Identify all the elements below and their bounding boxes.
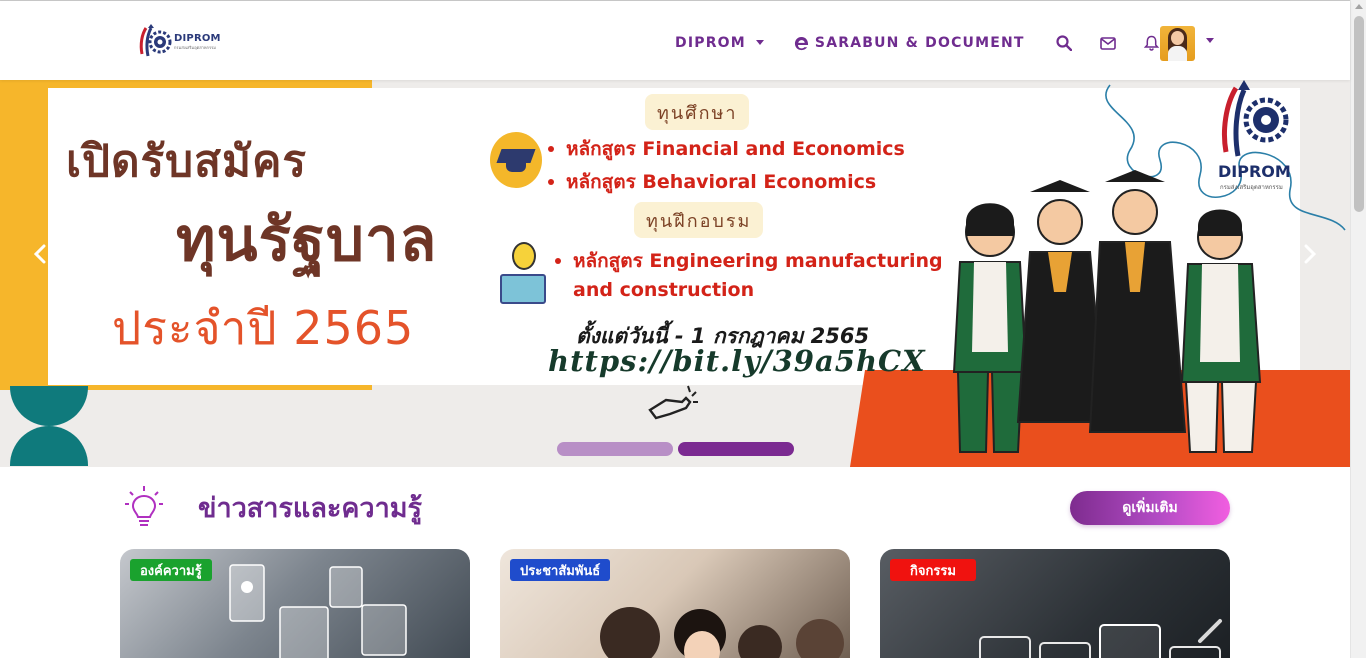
- scholarship-tag: ทุนศึกษา: [645, 94, 750, 130]
- news-card[interactable]: ประชาสัมพันธ์: [500, 549, 850, 658]
- course-label-continued: and construction: [573, 279, 755, 301]
- carousel-indicator-active[interactable]: [678, 442, 794, 456]
- nav-diprom-dropdown[interactable]: DIPROM: [675, 35, 764, 51]
- training-tag: ทุนฝึกอบรม: [634, 202, 764, 238]
- graduates-illustration: [952, 170, 1262, 453]
- news-card[interactable]: กิจกรรม: [880, 549, 1230, 658]
- category-badge: องค์ความรู้: [130, 559, 212, 581]
- hero-teal-shape: [10, 426, 88, 466]
- lightbulb-book-icon: [500, 240, 548, 306]
- logo-text: DIPROM: [174, 33, 221, 44]
- scrollbar[interactable]: [1350, 0, 1366, 658]
- category-badge: กิจกรรม: [890, 559, 976, 581]
- pointing-hand-icon: [648, 385, 698, 420]
- notification-button[interactable]: [1143, 34, 1161, 52]
- course-label: หลักสูตร Financial and Economics: [566, 138, 905, 160]
- page: DIPROM กรมส่งเสริมอุตสาหกรรม DIPROM SARA…: [0, 0, 1366, 658]
- scroll-up-icon[interactable]: [1355, 4, 1363, 9]
- activity-image: [979, 619, 1222, 658]
- course-item: หลักสูตร Behavioral Economics: [548, 167, 876, 197]
- nav-sarabun-label: SARABUN & DOCUMENT: [814, 35, 1025, 51]
- mail-icon: [1099, 36, 1116, 50]
- hero-title-line2: ทุนรัฐบาล: [176, 205, 438, 275]
- course-item: หลักสูตร Financial and Economics: [548, 134, 905, 164]
- bell-icon: [1144, 35, 1160, 51]
- diprom-logo-icon: [1221, 80, 1289, 157]
- logo-subtext: กรมส่งเสริมอุตสาหกรรม: [174, 45, 216, 50]
- graduation-cap-icon: [490, 132, 542, 188]
- chevron-down-icon: [755, 39, 764, 45]
- mail-button[interactable]: [1099, 34, 1117, 52]
- see-more-button[interactable]: ดูเพิ่มเติม: [1070, 491, 1230, 525]
- carousel-indicator[interactable]: [557, 442, 673, 456]
- course-item: หลักสูตร Engineering manufacturing: [555, 246, 943, 276]
- nav-sarabun-link[interactable]: SARABUN & DOCUMENT: [794, 35, 1025, 51]
- knowledge-image: [229, 564, 407, 658]
- main-nav: DIPROM SARABUN & DOCUMENT: [672, 25, 1161, 61]
- hero-title-line3: ประจำปี 2565: [112, 301, 415, 355]
- search-icon: [1056, 35, 1072, 51]
- hero-teal-shape: [10, 386, 88, 426]
- lightbulb-icon: [125, 486, 163, 526]
- course-label: หลักสูตร Engineering manufacturing: [573, 250, 943, 272]
- hero-carousel: เปิดรับสมัคร ทุนรัฐบาล ประจำปี 2565 ทุนศ…: [0, 80, 1350, 467]
- category-badge: ประชาสัมพันธ์: [510, 559, 611, 581]
- user-menu[interactable]: [1160, 26, 1214, 61]
- chevron-down-icon: [1206, 38, 1214, 43]
- public-relations-image: [600, 607, 844, 658]
- registration-url[interactable]: https://bit.ly/39a5hCX: [548, 344, 926, 378]
- diprom-logo-icon: [139, 24, 172, 57]
- search-button[interactable]: [1055, 34, 1073, 52]
- course-label: หลักสูตร Behavioral Economics: [566, 171, 877, 193]
- edge-browser-icon: [794, 36, 808, 50]
- navbar: DIPROM กรมส่งเสริมอุตสาหกรรม DIPROM SARA…: [0, 1, 1350, 80]
- carousel-prev-button[interactable]: [30, 243, 52, 265]
- nav-diprom-label: DIPROM: [675, 35, 746, 51]
- hero-title-line1: เปิดรับสมัคร: [66, 136, 308, 187]
- news-section-title: ข่าวสารและความรู้: [198, 493, 423, 524]
- news-card[interactable]: องค์ความรู้: [120, 549, 470, 658]
- carousel-next-button[interactable]: [1298, 243, 1320, 265]
- avatar: [1160, 26, 1195, 61]
- scroll-thumb[interactable]: [1354, 16, 1364, 212]
- logo[interactable]: DIPROM กรมส่งเสริมอุตสาหกรรม: [136, 23, 226, 61]
